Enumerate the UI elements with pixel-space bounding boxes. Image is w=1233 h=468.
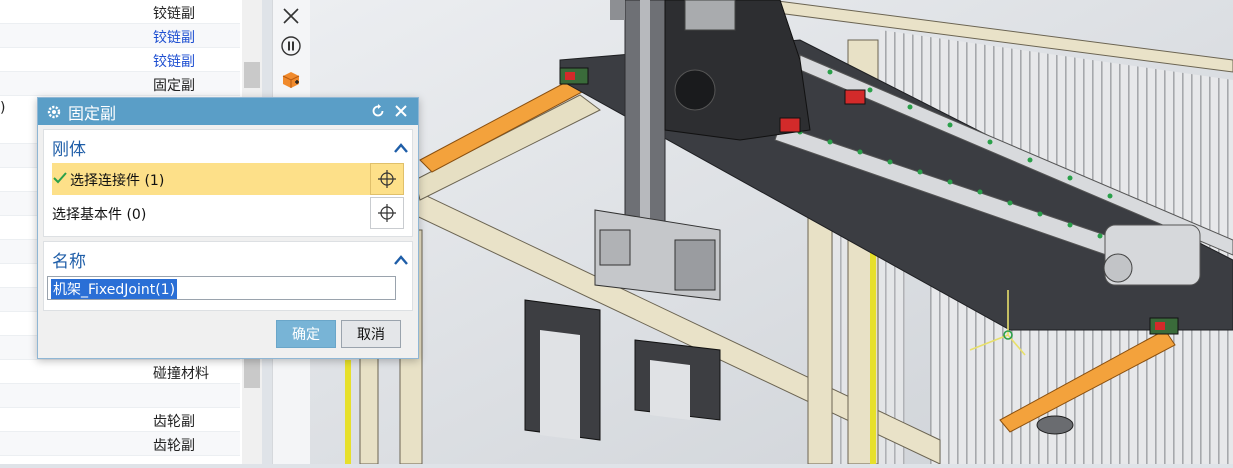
select-connected-label: 选择连接件 (1)	[70, 173, 165, 189]
list-item-label: 铰链副	[153, 54, 195, 70]
pause-icon[interactable]	[277, 32, 305, 60]
rigid-body-group: 刚体 选择连接件 (1) 选择基本件 (0)	[43, 129, 413, 237]
gear-icon[interactable]	[46, 104, 62, 120]
list-item[interactable]	[0, 384, 240, 408]
dialog-title-bar[interactable]: 固定副	[38, 98, 418, 125]
check-icon	[52, 170, 68, 190]
crosshair-select-icon[interactable]	[370, 163, 404, 195]
component-move-icon[interactable]	[277, 66, 305, 94]
reset-icon[interactable]	[370, 103, 386, 123]
list-item[interactable]: 碰撞材料	[0, 360, 240, 384]
truncated-text: )	[0, 100, 6, 116]
scrollbar-thumb[interactable]	[244, 62, 260, 88]
list-item-label: 铰链副	[153, 30, 195, 46]
list-item-label: 齿轮副	[153, 438, 195, 454]
group-label: 名称	[52, 252, 86, 272]
list-item[interactable]: 齿轮副	[0, 432, 240, 456]
close-icon[interactable]	[393, 103, 409, 123]
chevron-up-icon[interactable]	[394, 251, 408, 270]
close-icon[interactable]	[277, 2, 305, 30]
list-item[interactable]: 铰链副	[0, 0, 240, 24]
dialog-title: 固定副	[68, 103, 117, 123]
name-input-value: 机架_FixedJoint(1)	[51, 279, 178, 299]
cancel-button[interactable]: 取消	[341, 320, 401, 348]
crosshair-select-icon[interactable]	[370, 197, 404, 229]
group-header[interactable]: 刚体	[44, 130, 412, 162]
group-header[interactable]: 名称	[44, 242, 412, 274]
select-base-part-row[interactable]: 选择基本件 (0)	[52, 197, 404, 229]
select-base-label: 选择基本件 (0)	[52, 207, 147, 223]
list-item[interactable]: 铰链副	[0, 48, 240, 72]
ok-button[interactable]: 确定	[276, 320, 336, 348]
name-input[interactable]: 机架_FixedJoint(1)	[47, 276, 396, 300]
chevron-up-icon[interactable]	[394, 139, 408, 158]
select-connected-part-row[interactable]: 选择连接件 (1)	[52, 163, 404, 195]
list-item[interactable]: 固定副	[0, 72, 240, 96]
list-item-label: 固定副	[153, 78, 195, 94]
group-label: 刚体	[52, 140, 86, 160]
list-item-label: 碰撞材料	[153, 366, 209, 382]
scrollbar-thumb[interactable]	[244, 355, 260, 388]
list-item-label: 铰链副	[153, 6, 195, 22]
list-item[interactable]: 铰链副	[0, 24, 240, 48]
list-item[interactable]: 齿轮副	[0, 408, 240, 432]
assembly-model	[310, 0, 1233, 465]
fixed-joint-dialog: 固定副 刚体 选择连接件 (1) 选择基本件 (0) 名称 机架_FixedJo…	[37, 97, 419, 359]
graphics-viewport[interactable]	[310, 0, 1233, 465]
list-item-label: 齿轮副	[153, 414, 195, 430]
